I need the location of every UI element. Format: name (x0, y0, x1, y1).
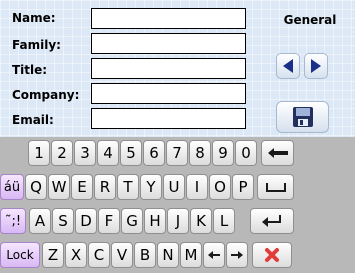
key-d[interactable]: D (75, 208, 97, 234)
key-8[interactable]: 8 (189, 140, 211, 166)
key-x[interactable]: X (65, 242, 87, 268)
key-g[interactable]: G (121, 208, 143, 234)
left-arrow-icon (283, 59, 293, 73)
keyboard-row-asdf: ˜;! A S D F G H J K L (0, 205, 355, 239)
key-p[interactable]: P (232, 174, 254, 200)
key-7[interactable]: 7 (166, 140, 188, 166)
company-field[interactable] (91, 83, 246, 104)
company-label: Company: (12, 88, 80, 102)
key-5[interactable]: 5 (120, 140, 142, 166)
key-space[interactable] (257, 174, 294, 200)
family-label: Family: (12, 38, 61, 52)
key-z[interactable]: Z (42, 242, 64, 268)
backspace-icon (267, 148, 288, 158)
key-w[interactable]: W (48, 174, 70, 200)
key-y[interactable]: Y (140, 174, 162, 200)
floppy-disk-icon (292, 107, 313, 127)
key-s[interactable]: S (52, 208, 74, 234)
key-m[interactable]: M (180, 242, 202, 268)
key-v[interactable]: V (111, 242, 133, 268)
keyboard-row-zxcv: Lock Z X C V B N M (0, 239, 355, 273)
previous-button[interactable] (276, 53, 300, 79)
key-cursor-right[interactable] (226, 242, 248, 268)
key-close[interactable] (252, 242, 292, 268)
email-field[interactable] (91, 108, 246, 129)
family-field[interactable] (91, 33, 246, 54)
key-i[interactable]: I (186, 174, 208, 200)
key-l[interactable]: L (213, 208, 235, 234)
key-accents[interactable]: áü (0, 174, 24, 200)
key-enter[interactable] (250, 208, 294, 234)
key-q[interactable]: Q (25, 174, 47, 200)
key-b[interactable]: B (134, 242, 156, 268)
title-label: Title: (12, 63, 48, 77)
key-backspace[interactable] (261, 140, 294, 166)
save-button[interactable] (276, 101, 329, 133)
key-6[interactable]: 6 (143, 140, 165, 166)
section-label: General (283, 13, 337, 27)
key-lock[interactable]: Lock (0, 242, 40, 268)
key-o[interactable]: O (209, 174, 231, 200)
name-label: Name: (12, 11, 56, 25)
key-t[interactable]: T (117, 174, 139, 200)
name-field[interactable] (91, 8, 246, 29)
email-label: Email: (12, 113, 54, 127)
contact-editor: Name: Family: Title: Company: Email: Gen… (0, 0, 355, 273)
key-c[interactable]: C (88, 242, 110, 268)
key-f[interactable]: F (98, 208, 120, 234)
key-u[interactable]: U (163, 174, 185, 200)
enter-icon (262, 215, 281, 227)
key-n[interactable]: N (157, 242, 179, 268)
key-r[interactable]: R (94, 174, 116, 200)
space-icon (265, 183, 286, 192)
title-field[interactable] (91, 58, 246, 79)
contact-form: Name: Family: Title: Company: Email: Gen… (0, 0, 355, 137)
key-3[interactable]: 3 (74, 140, 96, 166)
right-arrow-icon (311, 59, 321, 73)
key-0[interactable]: 0 (235, 140, 257, 166)
on-screen-keyboard: 1 2 3 4 5 6 7 8 9 0 áü Q W E R T Y U I O… (0, 137, 355, 273)
cursor-right-icon (231, 251, 243, 259)
key-4[interactable]: 4 (97, 140, 119, 166)
key-cursor-left[interactable] (203, 242, 225, 268)
key-h[interactable]: H (144, 208, 166, 234)
keyboard-row-numbers: 1 2 3 4 5 6 7 8 9 0 (0, 137, 355, 171)
key-9[interactable]: 9 (212, 140, 234, 166)
key-1[interactable]: 1 (28, 140, 50, 166)
key-a[interactable]: A (29, 208, 51, 234)
close-icon (265, 248, 279, 262)
keyboard-row-qwerty: áü Q W E R T Y U I O P (0, 171, 355, 205)
key-j[interactable]: J (167, 208, 189, 234)
next-button[interactable] (304, 53, 328, 79)
cursor-left-icon (208, 251, 220, 259)
key-e[interactable]: E (71, 174, 93, 200)
key-symbols[interactable]: ˜;! (0, 208, 26, 234)
key-2[interactable]: 2 (51, 140, 73, 166)
key-k[interactable]: K (190, 208, 212, 234)
